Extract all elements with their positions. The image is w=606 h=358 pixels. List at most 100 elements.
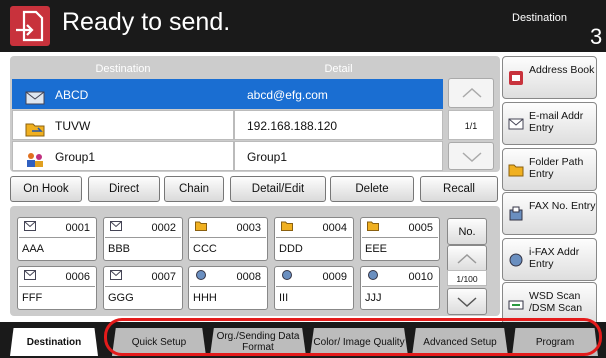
address-book-button[interactable]: Address Book <box>502 56 597 99</box>
email-icon <box>110 270 122 280</box>
row-detail: 192.168.188.120 <box>247 119 338 133</box>
key-number: 0007 <box>151 271 176 283</box>
one-touch-key[interactable]: 0010 JJJ <box>360 266 440 310</box>
scan-icon <box>508 296 524 312</box>
ifax-icon <box>508 252 524 268</box>
row-name: TUVW <box>55 119 91 133</box>
email-icon <box>508 116 524 132</box>
chain-button[interactable]: Chain <box>164 176 224 202</box>
key-number: 0010 <box>408 271 433 283</box>
keys-scroll-up-button[interactable] <box>447 245 487 272</box>
one-touch-key[interactable]: 0006 FFF <box>17 266 97 310</box>
button-label: E-mail Addr Entry <box>529 110 584 134</box>
fax-icon <box>367 270 379 280</box>
key-name: FFF <box>22 292 43 304</box>
one-touch-key[interactable]: 0003 CCC <box>188 217 268 261</box>
folder-icon <box>25 118 45 137</box>
destination-count-label: Destination <box>512 12 568 24</box>
one-touch-key[interactable]: 0009 III <box>274 266 354 310</box>
folder-icon <box>281 221 293 231</box>
destination-count: 3 <box>590 24 603 49</box>
address-book-icon <box>508 70 524 86</box>
key-name: DDD <box>279 243 303 255</box>
key-number: 0009 <box>322 271 347 283</box>
email-icon <box>25 87 45 105</box>
key-number: 0002 <box>151 222 176 234</box>
one-touch-key[interactable]: 0007 GGG <box>103 266 183 310</box>
tab-org-sending-data-format[interactable]: Org./Sending Data Format <box>210 328 306 356</box>
email-icon <box>110 221 122 231</box>
folder-icon <box>508 162 524 178</box>
key-number: 0006 <box>65 271 90 283</box>
chevron-down-icon <box>462 152 482 163</box>
fax-icon <box>195 270 207 280</box>
button-label: Folder Path Entry <box>529 156 584 180</box>
key-name: BBB <box>108 243 131 255</box>
chevron-down-icon <box>457 297 477 308</box>
destination-row[interactable]: Group1 Group1 <box>12 141 443 171</box>
direct-button[interactable]: Direct <box>88 176 160 202</box>
wsd-scan-button[interactable]: WSD Scan /DSM Scan <box>502 282 597 325</box>
row-detail: Group1 <box>247 150 288 164</box>
key-name: EEE <box>365 243 388 255</box>
tab-program[interactable]: Program <box>512 328 598 356</box>
group-icon <box>25 149 45 167</box>
key-name: AAA <box>22 243 45 255</box>
chevron-up-icon <box>462 87 482 98</box>
key-name: III <box>279 292 289 304</box>
key-number: 0001 <box>65 222 90 234</box>
button-label: i-FAX Addr Entry <box>529 246 580 270</box>
button-label: Address Book <box>529 64 595 76</box>
one-touch-key[interactable]: 0004 DDD <box>274 217 354 261</box>
folder-icon <box>195 221 207 231</box>
header-bar: Ready to send. Destination 3 <box>0 0 606 52</box>
email-icon <box>24 221 36 231</box>
list-page-indicator: 1/1 <box>448 110 494 140</box>
tab-advanced-setup[interactable]: Advanced Setup <box>412 328 508 356</box>
key-name: CCC <box>193 243 217 255</box>
status-title: Ready to send. <box>62 8 231 36</box>
one-touch-key[interactable]: 0008 HHH <box>188 266 268 310</box>
list-scroll-down-button[interactable] <box>448 142 494 170</box>
destination-row[interactable]: TUVW 192.168.188.120 <box>12 110 443 140</box>
folder-icon <box>367 221 379 231</box>
delete-button[interactable]: Delete <box>330 176 414 202</box>
detail-edit-button[interactable]: Detail/Edit <box>230 176 326 202</box>
list-scroll-up-button[interactable] <box>448 78 494 108</box>
key-name: HHH <box>193 292 217 304</box>
button-label: FAX No. Entry <box>529 200 596 212</box>
key-number: 0003 <box>236 222 261 234</box>
email-entry-button[interactable]: E-mail Addr Entry <box>502 102 597 145</box>
key-name: JJJ <box>365 292 382 304</box>
row-detail: abcd@efg.com <box>247 88 328 102</box>
one-touch-key[interactable]: 0002 BBB <box>103 217 183 261</box>
recall-button[interactable]: Recall <box>420 176 498 202</box>
one-touch-key[interactable]: 0005 EEE <box>360 217 440 261</box>
destination-row[interactable]: ABCD abcd@efg.com <box>12 79 443 109</box>
keys-page-indicator: 1/100 <box>447 270 487 286</box>
tab-destination[interactable]: Destination <box>10 328 98 356</box>
fax-icon <box>508 206 524 222</box>
send-document-icon <box>10 6 50 46</box>
column-header-detail: Detail <box>324 63 353 75</box>
fax-icon <box>281 270 293 280</box>
number-search-button[interactable]: No. <box>447 218 487 245</box>
one-touch-key[interactable]: 0001 AAA <box>17 217 97 261</box>
key-number: 0004 <box>322 222 347 234</box>
tab-color-image-quality[interactable]: Color/ Image Quality <box>310 328 408 356</box>
email-icon <box>24 270 36 280</box>
key-number: 0008 <box>236 271 261 283</box>
key-name: GGG <box>108 292 134 304</box>
key-number: 0005 <box>408 222 433 234</box>
column-header-destination: Destination <box>95 63 151 75</box>
folder-entry-button[interactable]: Folder Path Entry <box>502 148 597 191</box>
row-name: ABCD <box>55 88 89 102</box>
tab-quick-setup[interactable]: Quick Setup <box>112 328 206 356</box>
chevron-up-icon <box>457 253 477 264</box>
button-label: WSD Scan /DSM Scan <box>529 290 583 314</box>
on-hook-button[interactable]: On Hook <box>10 176 82 202</box>
ifax-entry-button[interactable]: i-FAX Addr Entry <box>502 238 597 281</box>
keys-scroll-down-button[interactable] <box>447 288 487 315</box>
fax-entry-button[interactable]: FAX No. Entry <box>502 192 597 235</box>
row-name: Group1 <box>55 150 96 164</box>
